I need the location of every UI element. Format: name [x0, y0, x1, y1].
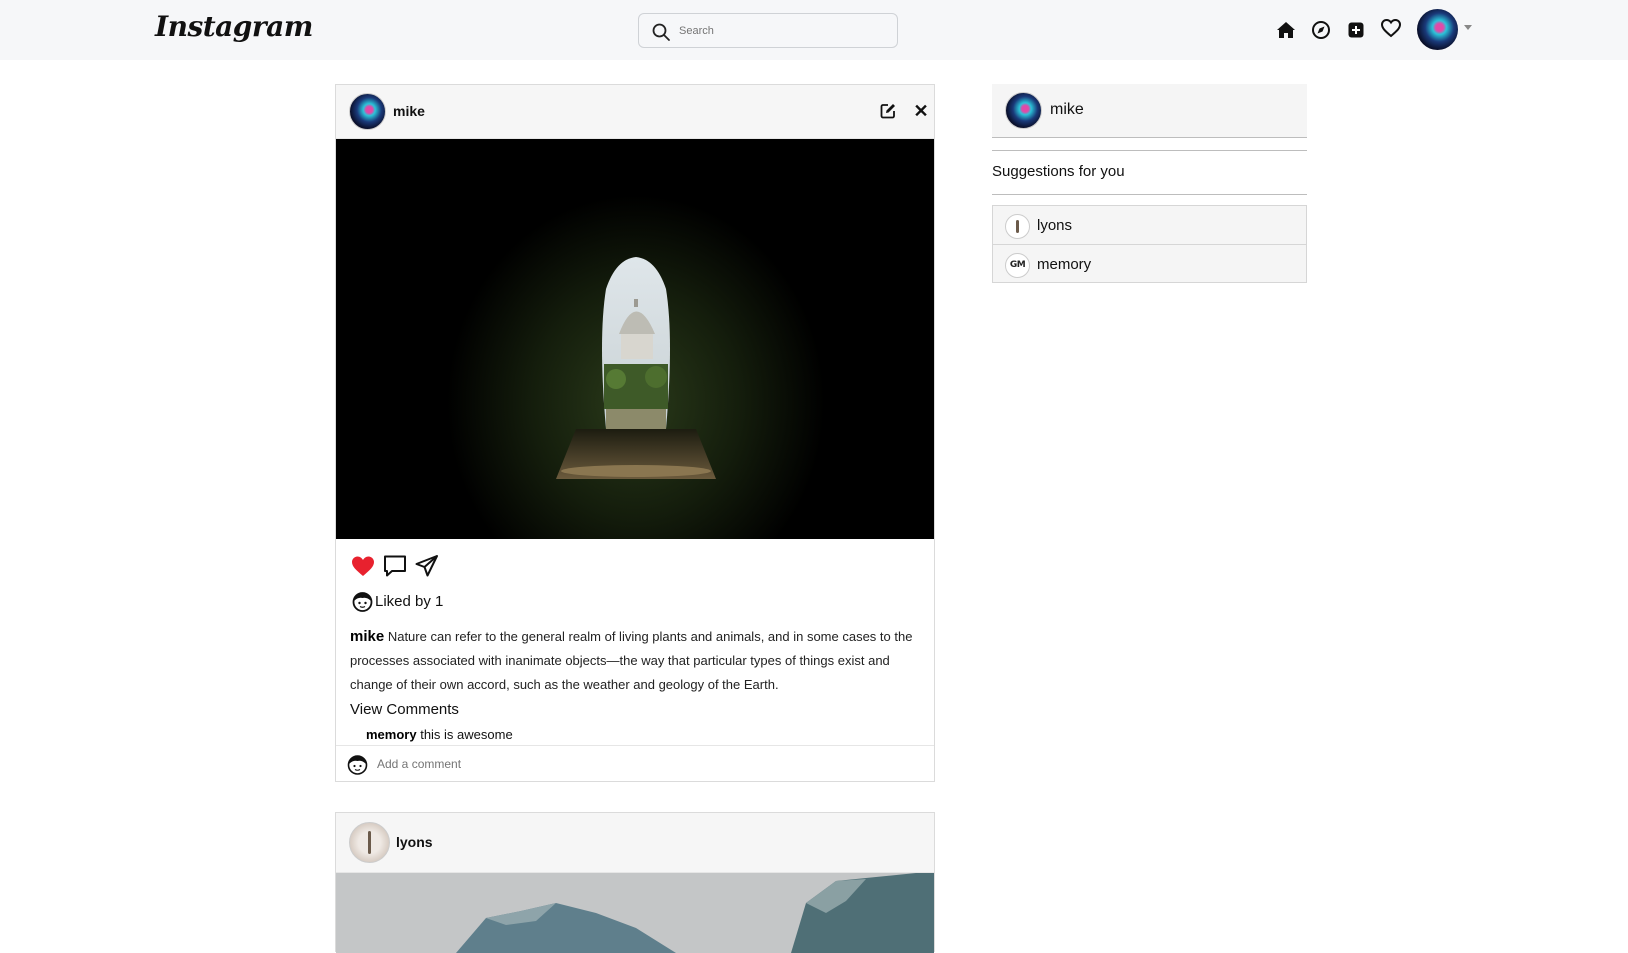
avatar[interactable]: GM: [1005, 253, 1030, 278]
activity-heart-icon[interactable]: [1380, 17, 1402, 39]
post-caption: mike Nature can refer to the general rea…: [350, 625, 920, 697]
caption-username[interactable]: mike: [350, 628, 384, 645]
avatar[interactable]: [1005, 214, 1030, 239]
sidebar-current-user[interactable]: mike: [992, 84, 1307, 138]
new-post-icon[interactable]: [1345, 19, 1367, 41]
suggestions-title: Suggestions for you: [992, 150, 1307, 195]
avatar[interactable]: [349, 822, 390, 863]
add-comment-bar: [336, 745, 934, 781]
caret-down-icon[interactable]: [1464, 25, 1472, 30]
add-comment-input[interactable]: [377, 754, 917, 774]
caption-text: Nature can refer to the general realm of…: [350, 629, 913, 692]
like-heart-icon[interactable]: [350, 553, 376, 579]
comment-username[interactable]: memory: [366, 727, 417, 742]
post-username[interactable]: lyons: [396, 834, 433, 850]
avatar[interactable]: [1005, 92, 1042, 129]
search-box[interactable]: [638, 13, 898, 48]
post-image[interactable]: [336, 139, 934, 539]
search-icon: [652, 23, 670, 41]
post-header: lyons: [336, 813, 934, 873]
face-avatar-icon: [347, 755, 368, 775]
avatar[interactable]: [349, 93, 386, 130]
post-header: mike ✕: [336, 85, 934, 139]
keyhole-photo: [336, 139, 934, 539]
post-card: mike ✕ Liked by 1 mike Nature can refer …: [335, 84, 935, 782]
suggestion-username[interactable]: lyons: [1037, 217, 1072, 234]
instagram-logo[interactable]: Instagram: [155, 10, 313, 43]
close-icon[interactable]: ✕: [911, 101, 931, 121]
post-username[interactable]: mike: [393, 103, 425, 119]
comment-text: this is awesome: [420, 727, 513, 742]
liked-by-text: Liked by 1: [375, 593, 444, 610]
suggestions-list: lyons GM memory: [992, 205, 1307, 283]
suggestion-username[interactable]: memory: [1037, 256, 1091, 273]
mountain-photo: [336, 873, 934, 953]
comment-item: memory this is awesome: [366, 727, 513, 742]
edit-icon[interactable]: [879, 102, 897, 120]
search-input[interactable]: [679, 20, 889, 42]
post-card: lyons: [335, 812, 935, 953]
post-image[interactable]: [336, 873, 934, 953]
comment-icon[interactable]: [382, 553, 408, 579]
suggestion-item-lyons[interactable]: lyons: [993, 206, 1306, 245]
share-icon[interactable]: [414, 553, 440, 579]
home-icon[interactable]: [1275, 19, 1297, 41]
view-comments-link[interactable]: View Comments: [350, 701, 459, 718]
explore-icon[interactable]: [1310, 19, 1332, 41]
top-navbar: Instagram: [0, 0, 1628, 60]
face-avatar-icon: [352, 592, 373, 612]
current-username[interactable]: mike: [1050, 101, 1084, 119]
suggestion-item-memory[interactable]: GM memory: [993, 245, 1306, 284]
profile-avatar[interactable]: [1417, 9, 1458, 50]
